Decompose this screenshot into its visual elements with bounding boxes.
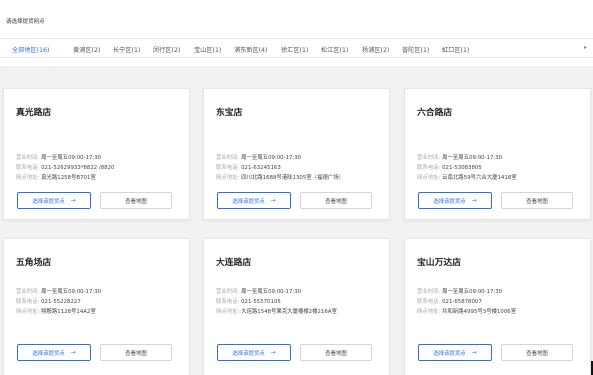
store-address: 网点地址: 翔殷路1128号14A2室 bbox=[16, 309, 96, 315]
store-phone: 联系电话: 021-52629933*8822 /8820 bbox=[16, 165, 115, 171]
filter-hongkou[interactable]: 虹口区(1) bbox=[442, 45, 469, 54]
view-map-button[interactable]: 查看地图 bbox=[100, 344, 172, 361]
filter-huangpu[interactable]: 黄浦区(2) bbox=[73, 45, 100, 54]
select-store-button[interactable]: 选择该提货点 → bbox=[217, 192, 291, 209]
store-phone: 联系电话: 021-53083805 bbox=[417, 165, 482, 171]
store-hours: 营业时间: 周一至周五09:00-17:30 bbox=[216, 289, 302, 295]
store-address: 网点地址: 大连路1548号果克大厦楼楼2楼216A室 bbox=[216, 309, 337, 315]
arrow-right-icon: → bbox=[270, 349, 276, 356]
arrow-right-icon: → bbox=[70, 197, 76, 204]
filter-putuo[interactable]: 普陀区(1) bbox=[402, 45, 429, 54]
store-hours: 营业时间: 周一至周五09:00-17:30 bbox=[16, 155, 102, 161]
arrow-right-icon: → bbox=[471, 349, 477, 356]
store-name: 真光路店 bbox=[16, 108, 52, 118]
select-store-button[interactable]: 选择该提货点 → bbox=[418, 344, 492, 361]
store-address: 网点地址: 云南北路59号六合大厦1418室 bbox=[417, 175, 517, 181]
store-card: 东宝店 营业时间: 周一至周五09:00-17:30 联系电话: 021-632… bbox=[203, 88, 390, 220]
store-card: 真光路店 营业时间: 周一至周五09:00-17:30 联系电话: 021-52… bbox=[3, 88, 190, 220]
filter-minhang[interactable]: 闵行区(2) bbox=[153, 45, 180, 54]
store-hours: 营业时间: 周一至周五09:00-17:30 bbox=[417, 155, 503, 161]
filter-changning[interactable]: 长宁区(1) bbox=[113, 45, 140, 54]
store-phone: 联系电话: 021-63245163 bbox=[216, 165, 281, 171]
page-title: 请选择提货网点 bbox=[6, 19, 45, 25]
region-filter-bar: 全部地区(16) 黄浦区(2) 长宁区(1) 闵行区(2) 宝山区(1) 浦东新… bbox=[0, 38, 593, 58]
select-store-button[interactable]: 选择该提货点 → bbox=[17, 344, 91, 361]
store-card: 宝山万达店 营业时间: 周一至周五09:00-17:30 联系电话: 021-6… bbox=[404, 238, 591, 375]
filter-yangpu[interactable]: 杨浦区(2) bbox=[362, 45, 389, 54]
store-name: 大连路店 bbox=[216, 258, 252, 268]
store-phone: 联系电话: 021-55570105 bbox=[216, 299, 281, 305]
filter-scroll-right-icon[interactable]: ▸ bbox=[584, 44, 587, 51]
store-name: 六合路店 bbox=[417, 108, 453, 118]
store-address: 网点地址: 四川北路1688号港陆1305室（福德广场） bbox=[216, 175, 345, 181]
store-name: 东宝店 bbox=[216, 108, 243, 118]
store-name: 五角场店 bbox=[16, 258, 52, 268]
view-map-button[interactable]: 查看地图 bbox=[300, 344, 372, 361]
filter-pudong[interactable]: 浦东新区(4) bbox=[234, 45, 268, 54]
select-store-button[interactable]: 选择该提货点 → bbox=[17, 192, 91, 209]
store-card: 六合路店 营业时间: 周一至周五09:00-17:30 联系电话: 021-53… bbox=[404, 88, 591, 220]
store-address: 网点地址: 真光路1258号B701室 bbox=[16, 175, 96, 181]
arrow-right-icon: → bbox=[70, 349, 76, 356]
view-map-button[interactable]: 查看地图 bbox=[100, 192, 172, 209]
select-store-button[interactable]: 选择该提货点 → bbox=[217, 344, 291, 361]
view-map-button[interactable]: 查看地图 bbox=[501, 344, 573, 361]
arrow-right-icon: → bbox=[471, 197, 477, 204]
store-hours: 营业时间: 周一至周五09:00-17:30 bbox=[216, 155, 302, 161]
arrow-right-icon: → bbox=[270, 197, 276, 204]
view-map-button[interactable]: 查看地图 bbox=[501, 192, 573, 209]
filter-baoshan[interactable]: 宝山区(1) bbox=[194, 45, 221, 54]
store-card: 五角场店 营业时间: 周一至周五09:00-17:30 联系电话: 021-55… bbox=[3, 238, 190, 375]
select-store-button[interactable]: 选择该提货点 → bbox=[418, 192, 492, 209]
store-card: 大连路店 营业时间: 周一至周五09:00-17:30 联系电话: 021-55… bbox=[203, 238, 390, 375]
store-name: 宝山万达店 bbox=[417, 258, 461, 268]
store-hours: 营业时间: 周一至周五09:00-17:30 bbox=[417, 289, 503, 295]
filter-xuhui[interactable]: 徐汇区(1) bbox=[281, 45, 308, 54]
store-address: 网点地址: 共和新路4995号3号楼1006室 bbox=[417, 309, 517, 315]
store-card-grid: 真光路店 营业时间: 周一至周五09:00-17:30 联系电话: 021-52… bbox=[0, 66, 593, 375]
filter-all[interactable]: 全部地区(16) bbox=[12, 45, 49, 54]
store-phone: 联系电话: 021-55228227 bbox=[16, 299, 81, 305]
store-phone: 联系电话: 021-65878007 bbox=[417, 299, 482, 305]
store-hours: 营业时间: 周一至周五09:00-17:30 bbox=[16, 289, 102, 295]
view-map-button[interactable]: 查看地图 bbox=[300, 192, 372, 209]
filter-songjiang[interactable]: 松江区(1) bbox=[321, 45, 348, 54]
